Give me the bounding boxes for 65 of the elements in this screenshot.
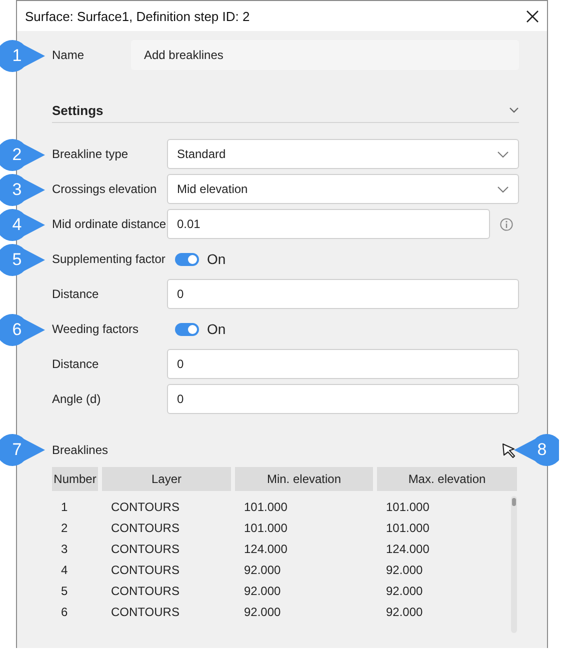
- callout-badge: 2: [0, 138, 46, 172]
- chevron-icon[interactable]: [509, 107, 519, 113]
- table-cell-text: CONTOURS: [110, 584, 180, 598]
- callout-badge: 8: [513, 433, 559, 467]
- table-cell-text: CONTOURS: [110, 542, 180, 556]
- toggle-switch[interactable]: [175, 322, 199, 336]
- callout-badge: 4: [0, 208, 46, 242]
- column-header[interactable]: Number: [52, 467, 98, 491]
- table-cell-text: CONTOURS: [110, 562, 180, 576]
- table-cell-text: CONTOURS: [110, 520, 180, 534]
- name-field[interactable]: Add breaklines: [131, 40, 519, 70]
- table-cell-text: 6: [60, 604, 69, 618]
- field-label: Angle (d): [52, 392, 102, 406]
- field-label: Mid ordinate distance: [52, 217, 167, 231]
- callout-badge: 3: [0, 173, 46, 207]
- field-label: Weeding factors: [52, 322, 140, 336]
- table-cell-text: 92.000: [243, 584, 282, 598]
- table-cell-text: 92.000: [385, 604, 424, 618]
- table-cell-text: 1: [60, 500, 69, 514]
- field-label: Supplementing factor: [52, 252, 166, 266]
- field-label: Name: [52, 48, 86, 62]
- table-cell-text: 101.000: [243, 500, 288, 514]
- table-cell-text: 124.000: [385, 542, 430, 556]
- toggle-state-label: On: [207, 321, 226, 337]
- window-title: Surface: Surface1, Definition step ID: 2: [25, 8, 250, 24]
- callout-badge: 6: [0, 313, 46, 347]
- field-label: Breakline type: [52, 147, 130, 161]
- dropdown[interactable]: Standard: [167, 139, 519, 169]
- cursor-arrow-icon[interactable]: [502, 442, 516, 458]
- table-cell-text: 101.000: [385, 520, 430, 534]
- table-cell-text: 4: [60, 562, 69, 576]
- table-cell-text: CONTOURS: [110, 500, 180, 514]
- field-label: Distance: [52, 287, 100, 301]
- table-cell-text: 3: [60, 542, 69, 556]
- callout-badge: 7: [0, 433, 46, 467]
- field-label: Distance: [52, 357, 100, 371]
- input-field[interactable]: 0: [167, 384, 519, 414]
- callout-badge: 5: [0, 243, 46, 277]
- toggle-switch[interactable]: [175, 252, 199, 266]
- info-icon[interactable]: [500, 218, 513, 230]
- input-field[interactable]: 0.01: [167, 209, 490, 239]
- column-header[interactable]: Layer: [102, 467, 231, 491]
- section-title: Settings: [52, 102, 104, 118]
- field-label: Crossings elevation: [52, 182, 158, 196]
- caret-icon: [497, 150, 509, 158]
- table-cell-text: CONTOURS: [110, 604, 180, 618]
- column-header[interactable]: Min. elevation: [235, 467, 373, 491]
- dropdown[interactable]: Mid elevation: [167, 174, 519, 204]
- callout-badge: 1: [0, 39, 46, 73]
- table-cell-text: 92.000: [385, 562, 424, 576]
- input-field[interactable]: 0: [167, 349, 519, 379]
- scrollbar[interactable]: [511, 496, 517, 633]
- table-cell-text: 101.000: [243, 520, 288, 534]
- table-cell-text: 2: [60, 520, 69, 534]
- table-cell-text: 92.000: [385, 584, 424, 598]
- toggle-state-label: On: [207, 251, 226, 267]
- caret-icon: [497, 186, 509, 192]
- table-cell-text: 5: [60, 584, 69, 598]
- input-field[interactable]: 0: [167, 279, 519, 309]
- table-cell-text: 101.000: [385, 500, 430, 514]
- table-cell-text: 92.000: [243, 604, 282, 618]
- table-cell-text: 124.000: [243, 542, 288, 556]
- table-cell-text: 92.000: [243, 562, 282, 576]
- column-header[interactable]: Max. elevation: [377, 467, 517, 491]
- section-title: Breaklines: [52, 443, 108, 457]
